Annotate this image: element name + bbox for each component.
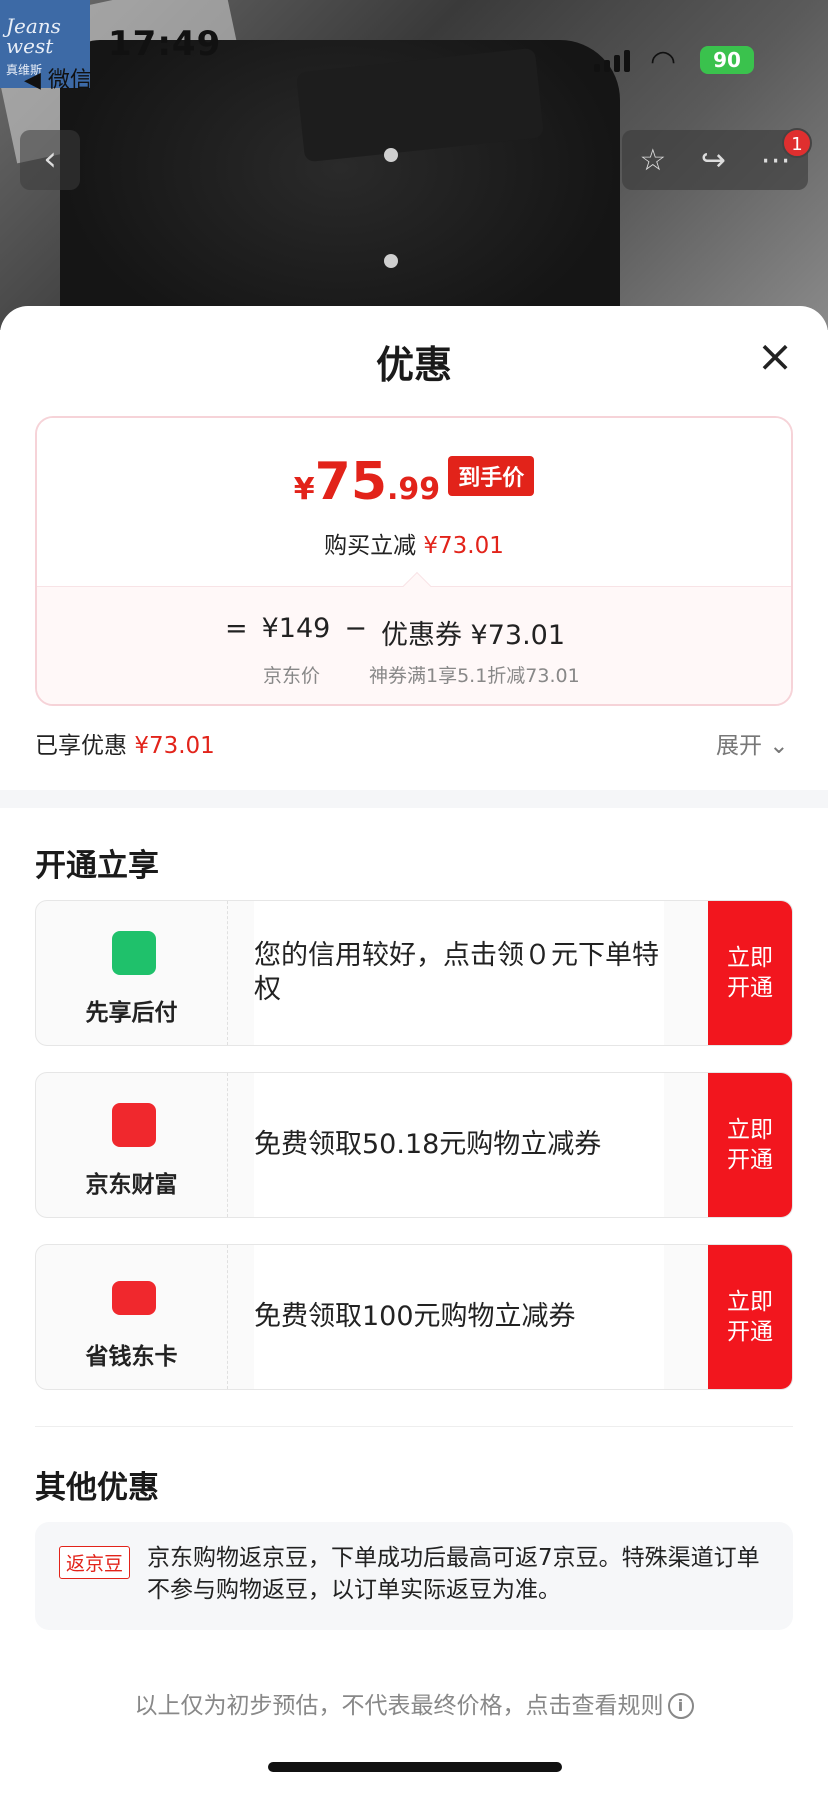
open-section-title: 开通立享 (35, 848, 159, 884)
home-indicator (268, 1762, 562, 1772)
price-top: ¥75.99 到手价 购买立减 ¥73.01 (37, 418, 791, 586)
signal-icon (594, 50, 630, 72)
other-section-title: 其他优惠 (35, 1470, 159, 1506)
jingdou-tag: 返京豆 (59, 1546, 131, 1579)
offer-brand: 先享后付 (36, 901, 228, 1045)
offer-desc: 免费领取100元购物立减券 (254, 1245, 664, 1389)
battery-icon: 90 (700, 46, 754, 74)
close-icon[interactable]: × (752, 335, 798, 382)
price-formula: = ¥149 − 优惠券 ¥73.01 (225, 613, 565, 652)
nav-actions: ☆ ↪ ⋯ (622, 130, 808, 190)
offer-card[interactable]: 省钱东卡 免费领取100元购物立减券 立即开通 (35, 1244, 793, 1390)
offer-brand: 省钱东卡 (36, 1245, 228, 1389)
info-icon[interactable]: i (667, 1693, 694, 1719)
final-price-tag: 到手价 (448, 456, 535, 496)
back-to-wechat[interactable]: ◀ 微信 (24, 62, 92, 94)
minus-sign: − (344, 613, 367, 644)
offer-name: 京东财富 (85, 1172, 178, 1198)
price-dec: .99 (387, 472, 441, 507)
save-line: 购买立减 ¥73.01 (37, 526, 791, 560)
card-icon (112, 1281, 156, 1315)
base-price-label: 京东价 (263, 665, 321, 687)
price-breakdown: = ¥149 − 优惠券 ¥73.01 京东价 神券满1享5.1折减73.01 (37, 586, 791, 704)
offer-card[interactable]: 先享后付 您的信用较好，点击领０元下单特权 立即开通 (35, 900, 793, 1046)
star-icon[interactable]: ☆ (639, 143, 666, 178)
logo-line2: west (6, 34, 54, 58)
final-price: ¥75.99 到手价 (37, 452, 791, 512)
rules-footnote[interactable]: 以上仅为初步预估，不代表最终价格，点击查看规则 i (0, 1686, 828, 1720)
back-button[interactable]: ‹ (20, 130, 80, 190)
divider-line (35, 1426, 793, 1427)
activate-button[interactable]: 立即开通 (708, 901, 792, 1045)
shirt-button (384, 254, 398, 268)
offer-card[interactable]: 京东财富 免费领取50.18元购物立减券 立即开通 (35, 1072, 793, 1218)
expand-button[interactable]: 展开 ⌄ (716, 726, 789, 760)
enjoyed-discount: 已享优惠 ¥73.01 (35, 726, 215, 760)
enjoyed-value: ¥73.01 (134, 733, 215, 759)
price-card: ¥75.99 到手价 购买立减 ¥73.01 = ¥149 − 优惠券 ¥73.0… (35, 416, 793, 706)
status-time: 17:49 (108, 24, 222, 64)
shirt-button (384, 148, 398, 162)
discount-sheet: 优惠 × ¥75.99 到手价 购买立减 ¥73.01 = ¥149 − 优惠券 … (0, 306, 828, 1796)
share-icon[interactable]: ↪ (701, 143, 726, 178)
offer-brand: 京东财富 (36, 1073, 228, 1217)
coupon-amount: 优惠券 ¥73.01 (380, 620, 566, 651)
save-value: ¥73.01 (423, 533, 504, 559)
jingdou-text: 京东购物返京豆，下单成功后最高可返7京豆。特殊渠道订单不参与购物返豆，以订单实际… (147, 1545, 760, 1603)
message-badge: 1 (782, 128, 812, 158)
shopping-bag-icon (112, 931, 156, 975)
offer-desc: 您的信用较好，点击领０元下单特权 (254, 901, 664, 1045)
wallet-icon (112, 1103, 156, 1147)
enjoyed-label: 已享优惠 (35, 733, 127, 759)
offer-desc: 免费领取50.18元购物立减券 (254, 1073, 664, 1217)
jingdou-offer: 返京豆 京东购物返京豆，下单成功后最高可返7京豆。特殊渠道订单不参与购物返豆，以… (35, 1522, 793, 1630)
coupon-desc: 神券满1享5.1折减73.01 (369, 665, 580, 687)
save-label: 购买立减 (324, 533, 417, 559)
wifi-icon: ◠ (650, 44, 677, 79)
offer-name: 先享后付 (85, 1000, 178, 1026)
footnote-text[interactable]: 以上仅为初步预估，不代表最终价格，点击查看规则 (135, 1693, 664, 1719)
base-price: ¥149 (261, 613, 331, 644)
equals-sign: = (225, 613, 248, 644)
activate-button[interactable]: 立即开通 (708, 1245, 792, 1389)
sheet-title: 优惠 (375, 343, 452, 387)
activate-button[interactable]: 立即开通 (708, 1073, 792, 1217)
offer-name: 省钱东卡 (85, 1344, 178, 1370)
price-yen: ¥ (293, 472, 315, 507)
section-divider (0, 790, 828, 808)
price-int: 75 (314, 452, 388, 512)
